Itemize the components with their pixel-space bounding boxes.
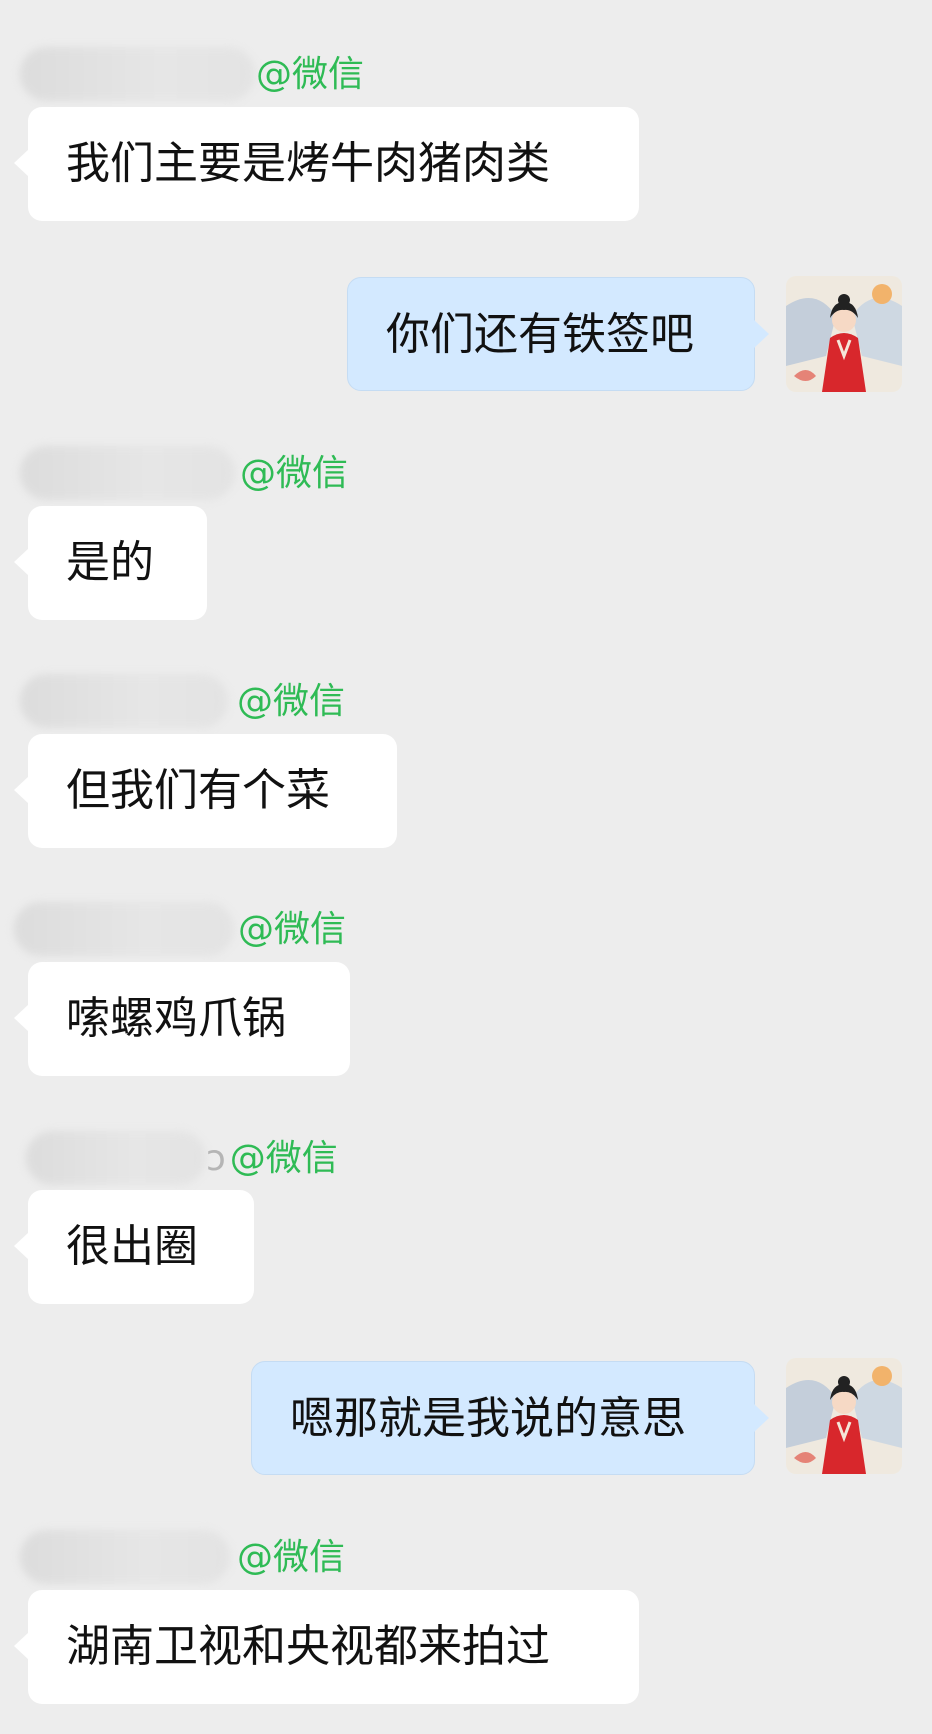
sender-row: @微信 (14, 900, 360, 960)
blurred-sender-name (20, 47, 255, 101)
blurred-sender-name (20, 1530, 230, 1584)
blurred-sender-name (26, 1131, 206, 1185)
message-text: 你们还有铁签吧 (386, 309, 694, 360)
sender-wechat-tag: @微信 (256, 54, 365, 95)
sender-wechat-tag: @微信 (237, 681, 346, 722)
sender-row: @微信 (20, 672, 360, 732)
message-text: 嗯那就是我说的意思 (290, 1393, 686, 1444)
message-text: 是的 (66, 537, 154, 588)
sender-row: @微信 (20, 1528, 360, 1588)
message-text: 嗦螺鸡爪锅 (66, 993, 286, 1044)
sender-row: @微信 (20, 45, 380, 105)
message-bubble-incoming[interactable]: 但我们有个菜 (14, 734, 397, 848)
message-text: 很出圈 (66, 1221, 198, 1272)
message-bubble-incoming[interactable]: 我们主要是烤牛肉猪肉类 (14, 107, 639, 221)
sender-wechat-tag: @微信 (238, 909, 347, 950)
message-bubble-incoming[interactable]: 嗦螺鸡爪锅 (14, 962, 350, 1076)
user-avatar[interactable] (786, 276, 902, 392)
message-bubble-outgoing[interactable]: 你们还有铁签吧 (347, 277, 769, 391)
sender-row: ɔ @微信 (26, 1129, 360, 1189)
message-text: 湖南卫视和央视都来拍过 (66, 1621, 550, 1672)
message-text: 但我们有个菜 (66, 765, 330, 816)
avatar-woman-red-hanfu-icon (786, 1358, 902, 1474)
user-avatar[interactable] (786, 1358, 902, 1474)
sender-wechat-tag: @微信 (240, 453, 349, 494)
sender-wechat-tag: @微信 (237, 1537, 346, 1578)
sender-wechat-tag: ɔ @微信 (206, 1138, 338, 1179)
message-bubble-outgoing[interactable]: 嗯那就是我说的意思 (251, 1361, 769, 1475)
blurred-sender-name (20, 446, 235, 500)
sender-row: @微信 (20, 444, 360, 504)
message-bubble-incoming[interactable]: 是的 (14, 506, 207, 620)
message-text: 我们主要是烤牛肉猪肉类 (66, 138, 550, 189)
avatar-woman-red-hanfu-icon (786, 276, 902, 392)
message-bubble-incoming[interactable]: 很出圈 (14, 1190, 254, 1304)
message-bubble-incoming[interactable]: 湖南卫视和央视都来拍过 (14, 1590, 639, 1704)
blurred-sender-name (20, 674, 228, 728)
blurred-sender-name (14, 902, 234, 956)
